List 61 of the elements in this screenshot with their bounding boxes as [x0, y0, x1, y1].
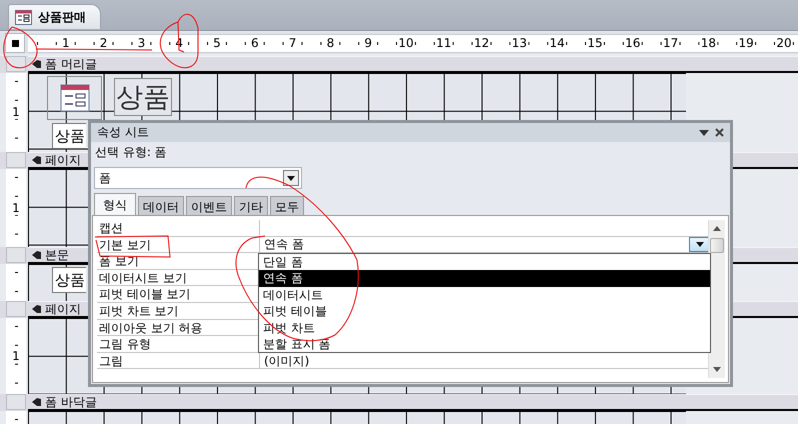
dropdown-arrow-icon: [696, 242, 704, 247]
scrollbar-thumb[interactable]: [710, 238, 724, 253]
document-tab[interactable]: 상품판매: [8, 4, 101, 29]
logo-image[interactable]: [47, 76, 102, 120]
ruler-number: 10: [397, 36, 415, 50]
scroll-up-arrow-icon[interactable]: [713, 226, 721, 231]
dropdown-arrow-icon[interactable]: [699, 130, 709, 136]
form-icon: [15, 10, 32, 24]
section-bar[interactable]: 폼 바닥글: [28, 394, 798, 411]
ruler-number: 5: [212, 36, 222, 50]
property-name: 기본 보기: [97, 236, 260, 252]
object-combo-box[interactable]: 폼: [94, 167, 302, 189]
dropdown-arrow-icon: [287, 176, 295, 180]
section-title: 폼 머리글: [45, 56, 97, 72]
scroll-down-arrow-icon[interactable]: [713, 367, 721, 372]
panel-title: 속성 시트: [97, 124, 150, 141]
label-control[interactable]: 상품: [52, 123, 86, 149]
dropdown-option[interactable]: 연속 폼: [259, 270, 710, 287]
ruler-number: 9: [363, 36, 373, 50]
property-tab[interactable]: 이벤트: [186, 196, 232, 217]
ruler-number: 8: [326, 36, 336, 50]
dropdown-button[interactable]: [283, 170, 299, 186]
property-tab[interactable]: 기타: [234, 196, 268, 217]
ruler-number: 20: [775, 36, 793, 50]
ruler-number: 1: [12, 350, 20, 362]
section-pointer-icon: [32, 250, 42, 260]
section-title: 페이지: [45, 152, 81, 168]
dropdown-option[interactable]: 피벗 테이블: [259, 303, 710, 320]
property-tab[interactable]: 데이터: [138, 196, 184, 217]
ruler-number: 13: [510, 36, 528, 50]
section-pointer-icon: [32, 304, 42, 314]
close-icon[interactable]: [715, 128, 724, 137]
dropdown-option[interactable]: 단일 폼: [259, 254, 710, 270]
ruler-number: 1: [12, 202, 20, 214]
property-value[interactable]: (이미지): [264, 352, 310, 369]
section-bar[interactable]: 폼 머리글: [28, 56, 798, 73]
ruler-number: 16: [624, 36, 642, 50]
section-title: 페이지: [45, 300, 81, 318]
ruler-number: 6: [250, 36, 260, 50]
ruler-number: 3: [136, 36, 146, 50]
select-form-button[interactable]: [5, 33, 25, 53]
ruler-number: 1: [12, 106, 20, 119]
label-control[interactable]: 상품: [52, 267, 86, 293]
form-icon: [60, 84, 90, 112]
section-title: 본문: [45, 246, 69, 264]
vertical-ruler: [6, 264, 26, 301]
section-pointer-icon: [32, 60, 42, 68]
section-selector-button[interactable]: [6, 56, 26, 72]
ruler-number: 19: [738, 36, 755, 50]
ruler-number: 15: [586, 36, 604, 50]
property-tab[interactable]: 형식: [94, 193, 136, 217]
property-tab[interactable]: 모두: [270, 196, 304, 217]
section-pointer-icon: [32, 156, 42, 164]
ruler-number: 18: [700, 36, 718, 50]
title-label[interactable]: 상품: [114, 78, 172, 116]
dropdown-option[interactable]: 데이터시트: [259, 286, 710, 304]
dropdown-option[interactable]: 분할 표시 폼: [259, 336, 710, 352]
selection-type-label: 선택 유형: 폼: [94, 144, 168, 161]
section-title: 폼 바닥글: [45, 394, 97, 410]
property-name: 캡션: [97, 220, 260, 236]
section-pointer-icon: [32, 398, 42, 406]
